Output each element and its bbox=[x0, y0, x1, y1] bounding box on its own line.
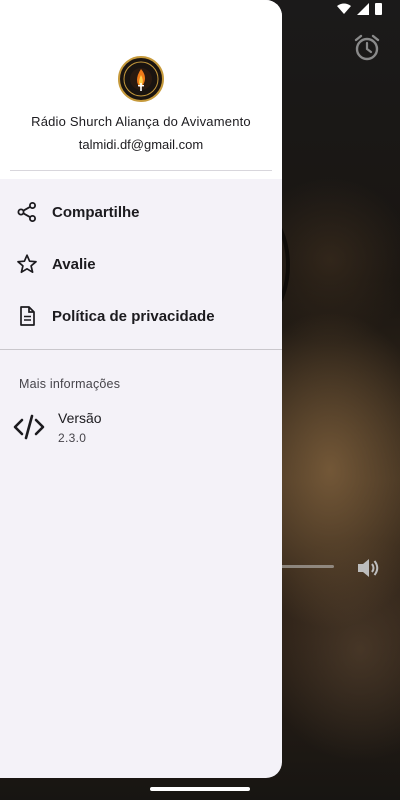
share-icon bbox=[16, 201, 38, 223]
document-icon bbox=[16, 305, 38, 327]
code-icon bbox=[13, 414, 45, 440]
volume-icon[interactable] bbox=[355, 555, 381, 581]
menu-item-label: Política de privacidade bbox=[52, 307, 215, 325]
battery-icon bbox=[375, 3, 382, 15]
wifi-icon bbox=[337, 3, 351, 14]
version-label: Versão bbox=[58, 410, 102, 426]
drawer-header: Rádio Shurch Aliança do Avivamento talmi… bbox=[0, 0, 282, 179]
more-info-heading: Mais informações bbox=[19, 377, 121, 391]
navigation-gesture-bar[interactable] bbox=[150, 787, 250, 791]
navigation-drawer: Rádio Shurch Aliança do Avivamento talmi… bbox=[0, 0, 282, 778]
menu-item-privacy-policy[interactable]: Política de privacidade bbox=[0, 291, 282, 341]
header-divider bbox=[10, 170, 272, 171]
volume-slider[interactable] bbox=[280, 565, 334, 568]
church-flame-logo bbox=[118, 56, 164, 102]
app-name: Rádio Shurch Aliança do Avivamento bbox=[31, 114, 251, 129]
section-divider bbox=[0, 349, 282, 350]
version-value: 2.3.0 bbox=[58, 431, 87, 445]
menu-item-rate[interactable]: Avalie bbox=[0, 239, 282, 289]
alarm-clock-icon[interactable] bbox=[352, 33, 382, 63]
contact-email[interactable]: talmidi.df@gmail.com bbox=[0, 137, 282, 152]
status-bar-icons bbox=[337, 2, 382, 15]
menu-item-share[interactable]: Compartilhe bbox=[0, 187, 282, 237]
menu-item-label: Avalie bbox=[52, 255, 96, 273]
signal-icon bbox=[357, 2, 369, 15]
menu-item-label: Compartilhe bbox=[52, 203, 140, 221]
star-outline-icon bbox=[16, 253, 38, 275]
